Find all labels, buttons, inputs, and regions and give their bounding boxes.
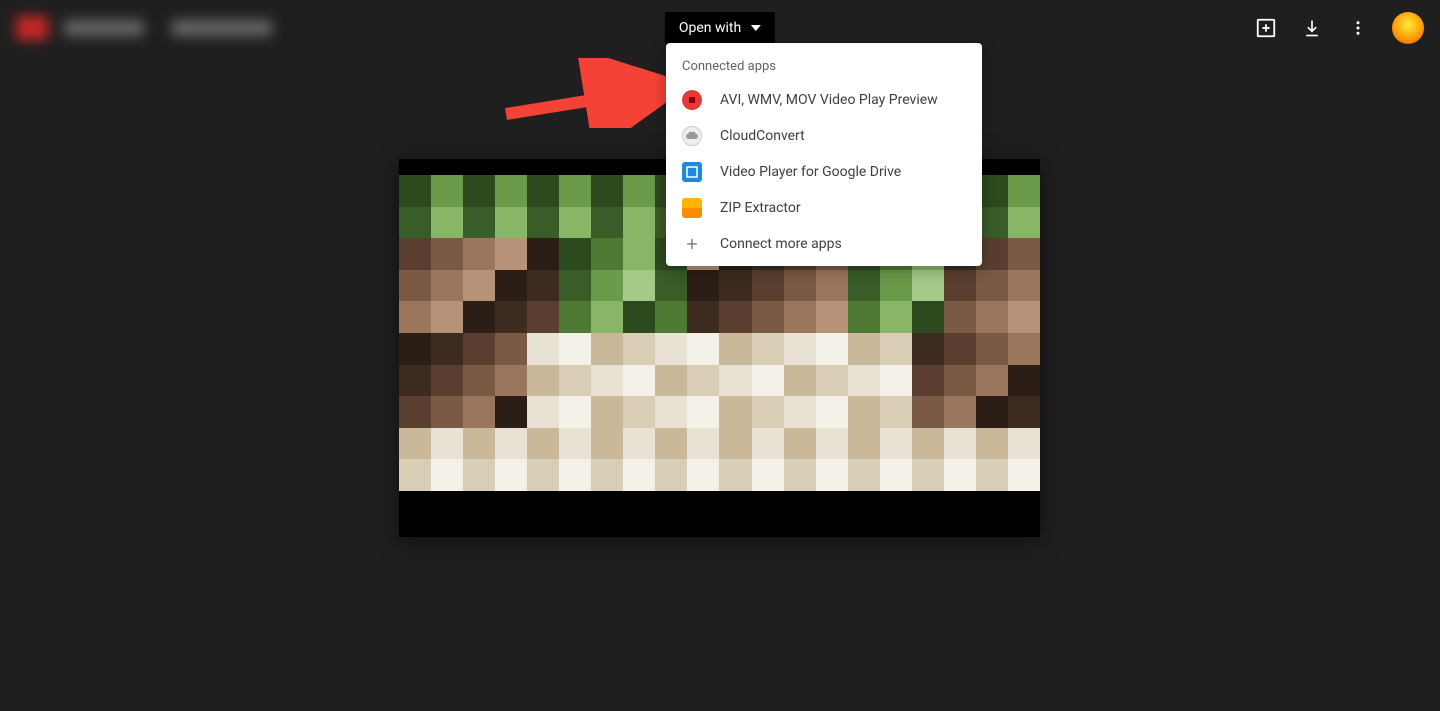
video-player-app-icon [682, 162, 702, 182]
open-with-button[interactable]: Open with [665, 12, 775, 44]
download-button[interactable] [1300, 16, 1324, 40]
cloudconvert-app-icon [682, 126, 702, 146]
caret-down-icon [751, 25, 761, 31]
menu-item-label: CloudConvert [720, 128, 805, 144]
menu-item-connect-more[interactable]: + Connect more apps [666, 226, 982, 262]
menu-item-label: AVI, WMV, MOV Video Play Preview [720, 92, 938, 108]
open-with-dropdown: Connected apps AVI, WMV, MOV Video Play … [666, 43, 982, 266]
user-avatar[interactable] [1392, 12, 1424, 44]
avi-app-icon [682, 90, 702, 110]
menu-item-zip-extractor[interactable]: ZIP Extractor [666, 190, 982, 226]
menu-item-label: ZIP Extractor [720, 200, 801, 216]
menu-item-label: Video Player for Google Drive [720, 164, 901, 180]
header-actions [1254, 12, 1424, 44]
more-actions-button[interactable] [1346, 16, 1370, 40]
menu-item-avi-preview[interactable]: AVI, WMV, MOV Video Play Preview [666, 82, 982, 118]
file-info-blurred [16, 16, 272, 40]
zip-extractor-app-icon [682, 198, 702, 218]
dropdown-section-header: Connected apps [666, 51, 982, 82]
menu-item-label: Connect more apps [720, 236, 842, 252]
plus-icon: + [682, 234, 702, 254]
menu-item-video-player[interactable]: Video Player for Google Drive [666, 154, 982, 190]
add-to-drive-button[interactable] [1254, 16, 1278, 40]
menu-item-cloudconvert[interactable]: CloudConvert [666, 118, 982, 154]
open-with-label: Open with [679, 20, 741, 36]
